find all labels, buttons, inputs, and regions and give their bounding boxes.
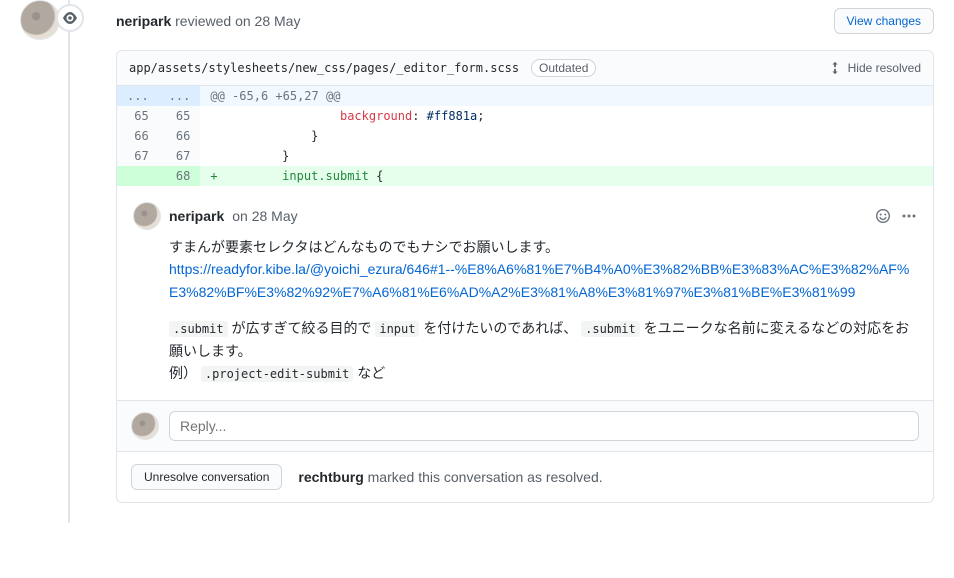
- inline-code: .submit: [169, 321, 228, 337]
- review-event-icon: [56, 4, 84, 32]
- comment-actions-menu[interactable]: [901, 208, 917, 224]
- unfold-icon: [828, 61, 842, 75]
- review-date[interactable]: 28 May: [255, 13, 301, 29]
- kebab-icon: [901, 208, 917, 224]
- comment-paragraph: すまんが要素セレクタはどんなものでもナシでお願いします。: [169, 236, 917, 258]
- outdated-badge: Outdated: [531, 59, 596, 77]
- timeline-line: [68, 0, 70, 523]
- comment-paragraph: 例） .project-edit-submit など: [169, 362, 917, 384]
- file-path[interactable]: app/assets/stylesheets/new_css/pages/_ed…: [129, 61, 519, 75]
- reply-input[interactable]: [169, 411, 919, 441]
- inline-code: .project-edit-submit: [201, 366, 354, 382]
- avatar[interactable]: [20, 0, 60, 40]
- resolved-status-text: rechtburg marked this conversation as re…: [298, 469, 602, 485]
- avatar[interactable]: [131, 412, 159, 440]
- review-comment: neripark on 28 May すまんが要素セレクタはどんなものでもナシで…: [117, 186, 933, 400]
- diff-row[interactable]: 6666 }: [117, 126, 933, 146]
- review-header-text: neripark reviewed on 28 May: [116, 13, 300, 29]
- comment-date[interactable]: on 28 May: [232, 208, 297, 224]
- comment-author[interactable]: neripark: [169, 208, 224, 224]
- comment-paragraph: .submit が広すぎて絞る目的で input を付けたいのであれば、 .su…: [169, 317, 917, 362]
- hide-resolved-button[interactable]: Hide resolved: [828, 61, 921, 75]
- inline-code: input: [375, 321, 419, 337]
- diff-row[interactable]: 68+ input.submit {: [117, 166, 933, 186]
- comment-link[interactable]: https://readyfor.kibe.la/@yoichi_ezura/6…: [169, 261, 909, 299]
- inline-code: .submit: [581, 321, 640, 337]
- unresolve-conversation-button[interactable]: Unresolve conversation: [131, 464, 282, 490]
- review-box: app/assets/stylesheets/new_css/pages/_ed…: [116, 50, 934, 503]
- diff-row[interactable]: 6767 }: [117, 146, 933, 166]
- avatar[interactable]: [133, 202, 161, 230]
- diff-hunk-header[interactable]: ... ... @@ -65,6 +65,27 @@: [117, 86, 933, 106]
- diff-row[interactable]: 6565 background: #ff881a;: [117, 106, 933, 126]
- view-changes-button[interactable]: View changes: [834, 8, 935, 34]
- eye-icon: [62, 10, 78, 26]
- review-author[interactable]: neripark: [116, 13, 171, 29]
- smiley-icon: [875, 208, 891, 224]
- diff-table: ... ... @@ -65,6 +65,27 @@ 6565 backgrou…: [117, 86, 933, 186]
- add-reaction-button[interactable]: [875, 208, 891, 224]
